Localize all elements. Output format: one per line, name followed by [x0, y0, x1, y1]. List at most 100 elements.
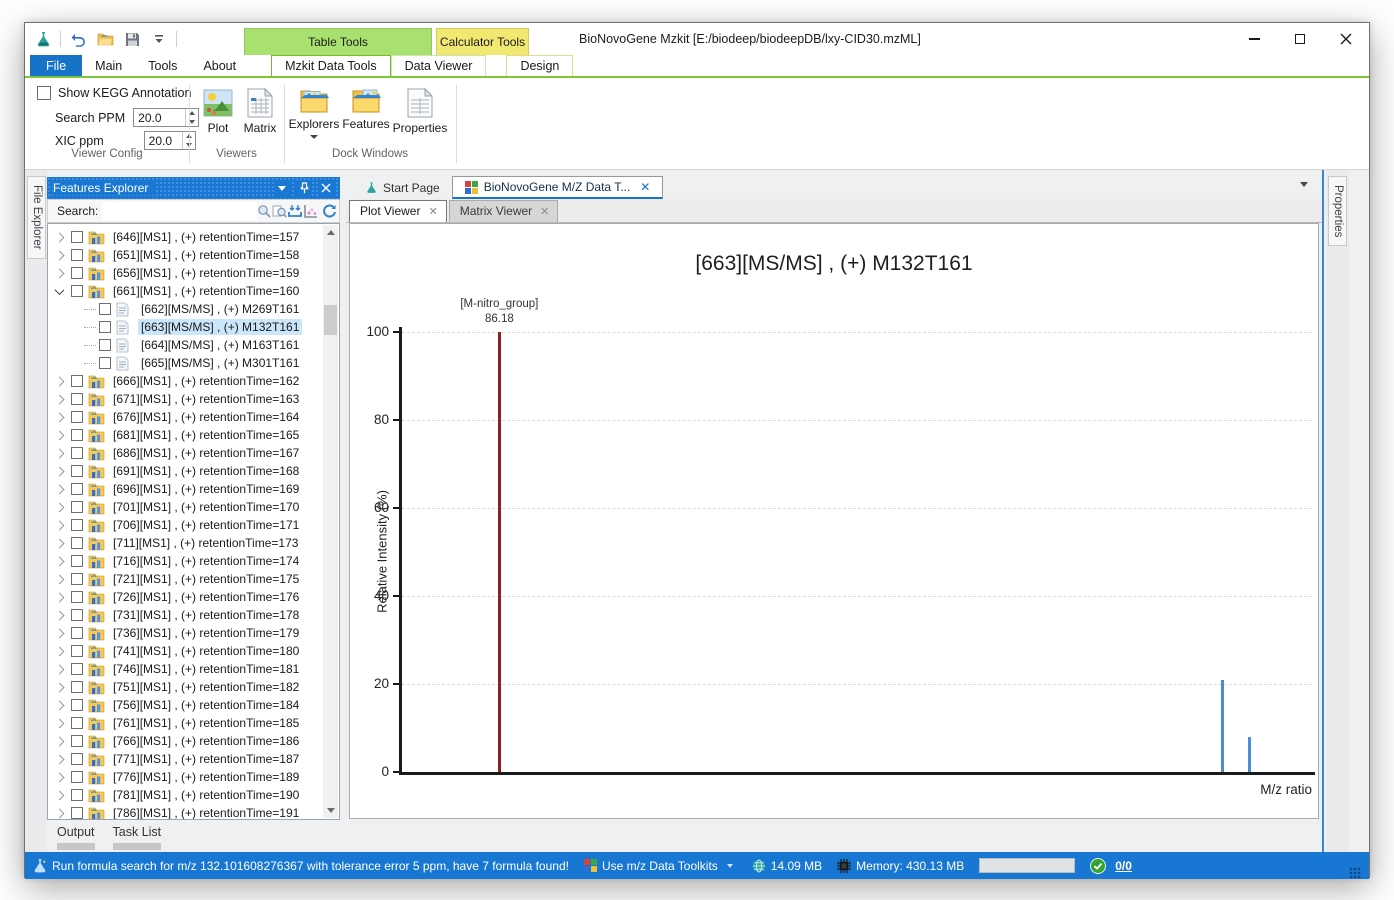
open-folder-icon[interactable] — [95, 29, 115, 49]
tree-row[interactable]: [776][MS1] , (+) retentionTime=189 — [48, 768, 339, 786]
tree-row[interactable]: [665][MS/MS] , (+) M301T161 — [48, 354, 339, 372]
close-tab-icon[interactable]: ✕ — [428, 205, 437, 218]
resize-grip[interactable] — [1349, 867, 1361, 879]
close-panel-icon[interactable] — [318, 180, 334, 196]
scrollbar-thumb[interactable] — [324, 305, 337, 335]
tree-row-checkbox[interactable] — [71, 699, 83, 711]
tree-row-checkbox[interactable] — [99, 357, 111, 369]
tree-row[interactable]: [746][MS1] , (+) retentionTime=181 — [48, 660, 339, 678]
tree-row[interactable]: [691][MS1] , (+) retentionTime=168 — [48, 462, 339, 480]
expand-chevron-icon[interactable] — [55, 664, 65, 674]
tree-row[interactable]: [686][MS1] , (+) retentionTime=167 — [48, 444, 339, 462]
tree-row-checkbox[interactable] — [71, 681, 83, 693]
tree-row-checkbox[interactable] — [71, 411, 83, 423]
expand-chevron-icon[interactable] — [55, 376, 65, 386]
tree-row[interactable]: [731][MS1] , (+) retentionTime=178 — [48, 606, 339, 624]
close-tab-icon[interactable]: ✕ — [540, 205, 549, 218]
tree-row-checkbox[interactable] — [71, 591, 83, 603]
tree-row[interactable]: [701][MS1] , (+) retentionTime=170 — [48, 498, 339, 516]
tree-row-checkbox[interactable] — [71, 231, 83, 243]
tab-plot-viewer[interactable]: Plot Viewer ✕ — [349, 200, 447, 222]
properties-dock-tab[interactable]: Properties — [1328, 176, 1347, 246]
expand-chevron-icon[interactable] — [55, 628, 65, 638]
save-icon[interactable] — [122, 29, 142, 49]
tree-row[interactable]: [664][MS/MS] , (+) M163T161 — [48, 336, 339, 354]
maximize-button[interactable] — [1277, 23, 1323, 55]
tree-row-checkbox[interactable] — [71, 519, 83, 531]
tree-row[interactable]: [726][MS1] , (+) retentionTime=176 — [48, 588, 339, 606]
ribbon-tab[interactable]: File — [30, 55, 82, 76]
expand-chevron-icon[interactable] — [55, 682, 65, 692]
ribbon-tab[interactable]: Tools — [135, 55, 190, 76]
tree-row-checkbox[interactable] — [71, 537, 83, 549]
undo-icon[interactable] — [68, 29, 88, 49]
tree-row-checkbox[interactable] — [71, 249, 83, 261]
expand-chevron-icon[interactable] — [55, 430, 65, 440]
output-tab[interactable]: Output — [57, 825, 95, 850]
tree-row-checkbox[interactable] — [71, 447, 83, 459]
expand-chevron-icon[interactable] — [55, 808, 65, 818]
task-list-tab[interactable]: Task List — [113, 825, 162, 850]
toolkits-dropdown[interactable]: Use m/z Data Toolkits — [602, 859, 718, 873]
tree-row-checkbox[interactable] — [71, 753, 83, 765]
tab-mz-data[interactable]: BioNovoGene M/Z Data T... ✕ — [452, 176, 664, 199]
customize-toolbar-icon[interactable] — [149, 29, 169, 49]
minimize-button[interactable] — [1231, 23, 1277, 55]
expand-chevron-icon[interactable] — [55, 232, 65, 242]
tree-row-checkbox[interactable] — [99, 321, 111, 333]
tree-row[interactable]: [771][MS1] , (+) retentionTime=187 — [48, 750, 339, 768]
tree-row[interactable]: [706][MS1] , (+) retentionTime=171 — [48, 516, 339, 534]
tree-row-checkbox[interactable] — [71, 555, 83, 567]
tree-row[interactable]: [736][MS1] , (+) retentionTime=179 — [48, 624, 339, 642]
dropdown-caret-icon[interactable] — [727, 864, 733, 868]
expand-chevron-icon[interactable] — [55, 556, 65, 566]
tree-row[interactable]: [716][MS1] , (+) retentionTime=174 — [48, 552, 339, 570]
tree-row[interactable]: [766][MS1] , (+) retentionTime=186 — [48, 732, 339, 750]
tree-row[interactable]: [681][MS1] , (+) retentionTime=165 — [48, 426, 339, 444]
expand-chevron-icon[interactable] — [55, 700, 65, 710]
close-button[interactable] — [1323, 23, 1369, 55]
tab-list-dropdown-icon[interactable] — [1300, 182, 1308, 187]
tree-row[interactable]: [696][MS1] , (+) retentionTime=169 — [48, 480, 339, 498]
expand-chevron-icon[interactable] — [55, 250, 65, 260]
expand-chevron-icon[interactable] — [55, 592, 65, 602]
tree-row-checkbox[interactable] — [71, 465, 83, 477]
tree-row[interactable]: [666][MS1] , (+) retentionTime=162 — [48, 372, 339, 390]
expand-chevron-icon[interactable] — [55, 394, 65, 404]
tree-row[interactable]: [662][MS/MS] , (+) M269T161 — [48, 300, 339, 318]
tree-row[interactable]: [761][MS1] , (+) retentionTime=185 — [48, 714, 339, 732]
tree-row-checkbox[interactable] — [71, 375, 83, 387]
tree-row-checkbox[interactable] — [71, 663, 83, 675]
tree-row[interactable]: [671][MS1] , (+) retentionTime=163 — [48, 390, 339, 408]
expand-chevron-icon[interactable] — [55, 574, 65, 584]
tree-row-checkbox[interactable] — [71, 573, 83, 585]
scroll-up-icon[interactable] — [323, 225, 338, 240]
features-button[interactable]: Features — [339, 88, 393, 131]
properties-button[interactable]: Properties — [393, 88, 447, 135]
panel-menu-icon[interactable] — [274, 180, 290, 196]
expand-chevron-icon[interactable] — [55, 268, 65, 278]
pin-icon[interactable] — [296, 180, 312, 196]
tree-row[interactable]: [661][MS1] , (+) retentionTime=160 — [48, 282, 339, 300]
tree-row-checkbox[interactable] — [99, 339, 111, 351]
ribbon-tab[interactable]: Design — [506, 55, 573, 76]
tree-row[interactable]: [656][MS1] , (+) retentionTime=159 — [48, 264, 339, 282]
tree-scrollbar[interactable] — [323, 225, 338, 818]
tree-row[interactable]: [756][MS1] , (+) retentionTime=184 — [48, 696, 339, 714]
tab-matrix-viewer[interactable]: Matrix Viewer ✕ — [449, 200, 559, 222]
tree-row[interactable]: [751][MS1] , (+) retentionTime=182 — [48, 678, 339, 696]
expand-chevron-icon[interactable] — [55, 502, 65, 512]
tree-row-checkbox[interactable] — [71, 483, 83, 495]
search-input[interactable] — [102, 202, 257, 220]
scatter-plot-icon[interactable] — [303, 201, 318, 221]
tree-row[interactable]: [651][MS1] , (+) retentionTime=158 — [48, 246, 339, 264]
show-kegg-annotation-checkbox[interactable] — [37, 86, 51, 100]
tab-start-page[interactable]: Start Page — [354, 176, 452, 199]
matrix-button[interactable]: Matrix — [233, 88, 287, 135]
expand-chevron-icon[interactable] — [55, 448, 65, 458]
ribbon-tab[interactable]: Data Viewer — [391, 55, 487, 76]
tree-row-checkbox[interactable] — [99, 303, 111, 315]
tree-row-checkbox[interactable] — [71, 393, 83, 405]
tree-row-checkbox[interactable] — [71, 645, 83, 657]
ribbon-tab[interactable]: About — [190, 55, 249, 76]
